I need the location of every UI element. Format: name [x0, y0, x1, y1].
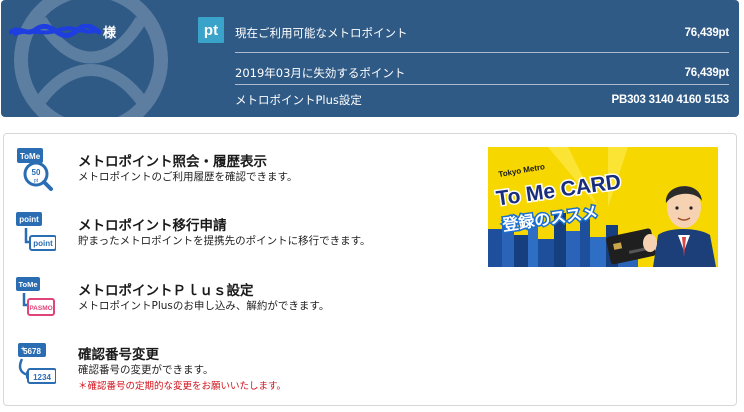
expiring-points-value: 76,439pt — [684, 67, 730, 79]
menu-item-note: ＊確認番号の定期的な変更をお願いいたします。 — [78, 381, 287, 392]
menu-item-title: メトロポイント移行申請 — [78, 218, 227, 234]
menu-item-title: 確認番号変更 — [78, 347, 159, 363]
redacted-name-scribble — [9, 24, 101, 38]
svg-text:PASMO: PASMO — [29, 305, 52, 312]
svg-text:1234: 1234 — [33, 373, 51, 382]
menu-item-points-history[interactable]: ToMe 50 pt メトロポイント照会・履歴表示 メトロポイントのご利用履歴を… — [16, 146, 476, 200]
tome-card-banner-art: Tokyo Metro To Me CARD 登録のススメ — [488, 147, 718, 267]
svg-text:50: 50 — [32, 168, 41, 177]
svg-text:pt: pt — [34, 178, 39, 184]
available-points-row: 現在ご利用可能なメトロポイント 76,439pt — [235, 21, 729, 45]
available-points-label: 現在ご利用可能なメトロポイント — [235, 26, 408, 40]
menu-item-points-transfer[interactable]: point point メトロポイント移行申請 貯まったメトロポイントを提携先の… — [16, 210, 476, 264]
menu-item-description: 確認番号の変更ができます。 — [78, 364, 214, 376]
expiring-points-label: 2019年03月に失効するポイント — [235, 66, 406, 80]
tome-card-promo-banner[interactable]: Tokyo Metro To Me CARD 登録のススメ — [488, 147, 718, 267]
points-plus-label: メトロポイントPlus設定 — [235, 93, 362, 107]
point-transfer-icon: point point — [16, 212, 56, 251]
menu-item-title: メトロポイント照会・履歴表示 — [78, 154, 267, 170]
available-points-value: 76,439pt — [684, 27, 730, 39]
svg-text:+: + — [21, 346, 25, 353]
menu-card: ToMe 50 pt メトロポイント照会・履歴表示 メトロポイントのご利用履歴を… — [3, 133, 737, 406]
svg-text:ToMe: ToMe — [18, 280, 37, 289]
divider — [235, 52, 729, 53]
tome-50pt-search-icon: ToMe 50 pt — [17, 148, 53, 191]
points-summary-panel: 様 pt 現在ご利用可能なメトロポイント 76,439pt 2019年03月に失… — [1, 0, 739, 117]
menu-item-title: メトロポイントＰｌｕｓ設定 — [78, 283, 254, 299]
menu-item-pin-change[interactable]: 5678 + 1234 確認番号変更 確認番号の変更ができます。 ＊確認番号の定… — [16, 339, 476, 393]
pin-change-icon: 5678 + 1234 — [18, 343, 56, 384]
tome-pasmo-icon: ToMe PASMO — [16, 277, 55, 316]
metro-logo-watermark — [14, 0, 168, 117]
expiring-points-row: 2019年03月に失効するポイント 76,439pt — [235, 61, 729, 85]
svg-text:point: point — [33, 239, 53, 248]
divider — [235, 84, 729, 85]
points-plus-row: メトロポイントPlus設定 PB303 3140 4160 5153 — [235, 88, 729, 112]
svg-text:point: point — [19, 215, 39, 224]
menu-item-points-plus-settings[interactable]: ToMe PASMO メトロポイントＰｌｕｓ設定 メトロポイントPlusのお申し… — [16, 275, 476, 329]
menu-item-description: メトロポイントPlusのお申し込み、解約ができます。 — [78, 300, 330, 312]
svg-text:ToMe: ToMe — [20, 152, 41, 161]
honorific-label: 様 — [103, 25, 117, 41]
menu-item-description: 貯まったメトロポイントを提携先のポイントに移行できます。 — [78, 235, 371, 247]
points-plus-value: PB303 3140 4160 5153 — [611, 94, 730, 106]
user-name: 様 — [9, 20, 116, 42]
menu-item-description: メトロポイントのご利用履歴を確認できます。 — [78, 171, 298, 183]
svg-text:5678: 5678 — [23, 347, 41, 356]
points-badge-icon: pt — [198, 17, 224, 43]
